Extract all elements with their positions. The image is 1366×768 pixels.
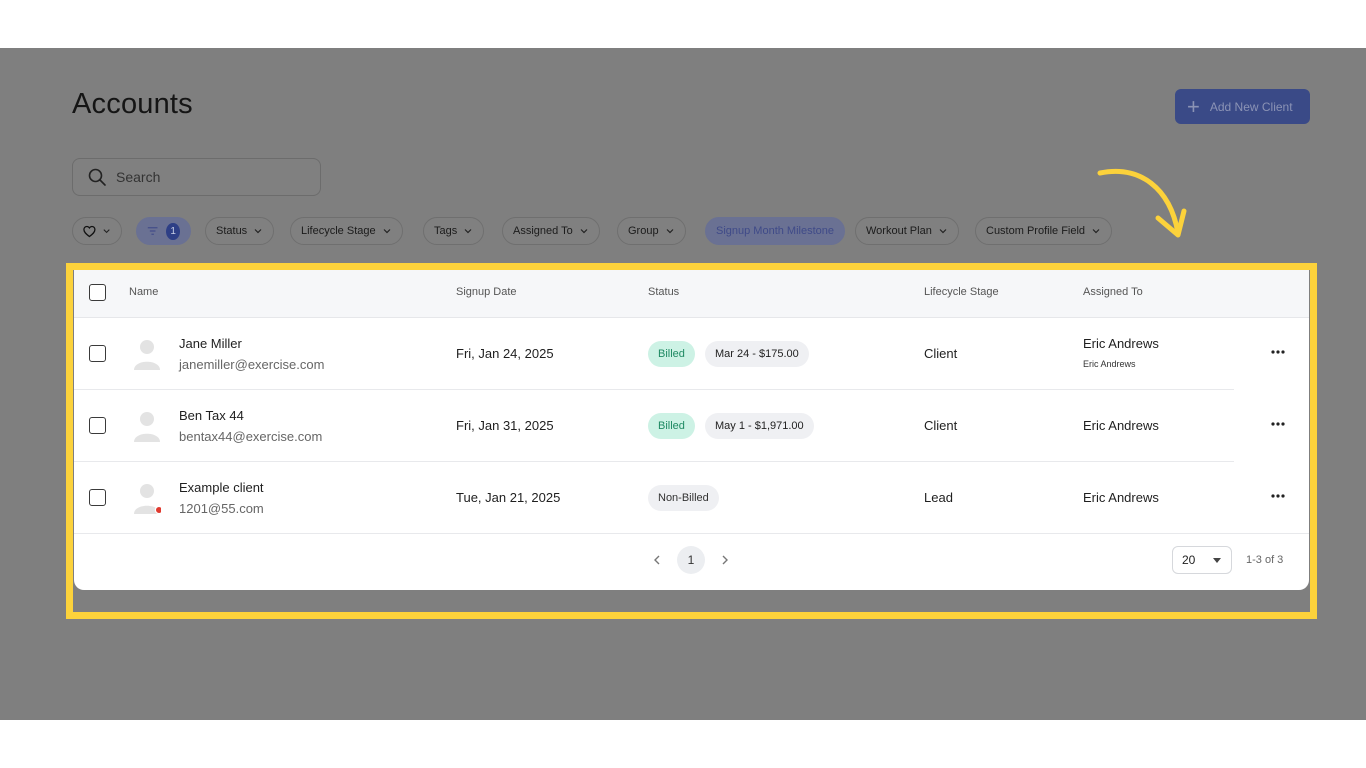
workout-plan-filter[interactable]: Workout Plan bbox=[855, 217, 959, 245]
modal-overlay: Accounts + Add New Client 1 Status Lifec… bbox=[0, 48, 1366, 720]
plus-icon: + bbox=[1187, 93, 1200, 119]
tags-filter[interactable]: Tags bbox=[423, 217, 485, 245]
filter-count-badge: 1 bbox=[166, 222, 180, 240]
group-filter[interactable]: Group bbox=[617, 217, 686, 245]
favorites-filter[interactable] bbox=[72, 217, 122, 245]
page-title: Accounts bbox=[72, 88, 193, 120]
assigned-to-filter-label: Assigned To bbox=[513, 225, 573, 237]
filter-icon bbox=[147, 227, 158, 235]
chevron-down-icon bbox=[254, 229, 262, 234]
chevron-down-icon bbox=[666, 229, 674, 234]
chevron-down-icon bbox=[939, 229, 947, 234]
status-filter-label: Status bbox=[216, 225, 248, 237]
assigned-to-filter[interactable]: Assigned To bbox=[502, 217, 600, 245]
chevron-down-icon bbox=[383, 229, 391, 234]
lifecycle-stage-filter-label: Lifecycle Stage bbox=[301, 225, 376, 237]
heart-icon bbox=[83, 225, 96, 237]
chevron-down-icon bbox=[464, 229, 472, 234]
signup-month-milestone-label: Signup Month Milestone bbox=[716, 225, 835, 237]
signup-month-milestone-filter[interactable]: Signup Month Milestone bbox=[705, 217, 846, 245]
annotation-arrow-icon bbox=[1097, 169, 1187, 238]
chevron-down-icon bbox=[580, 229, 588, 234]
search-icon bbox=[88, 168, 106, 186]
add-new-client-button[interactable]: + Add New Client bbox=[1175, 89, 1310, 124]
chevron-down-icon bbox=[103, 229, 110, 234]
workout-plan-filter-label: Workout Plan bbox=[866, 225, 932, 237]
active-filters-button[interactable]: 1 bbox=[136, 217, 191, 245]
group-filter-label: Group bbox=[628, 225, 659, 237]
highlight-frame bbox=[66, 263, 1317, 619]
add-new-client-label: Add New Client bbox=[1209, 99, 1293, 114]
custom-profile-field-label: Custom Profile Field bbox=[986, 225, 1086, 237]
status-filter[interactable]: Status bbox=[205, 217, 275, 245]
lifecycle-stage-filter[interactable]: Lifecycle Stage bbox=[290, 217, 403, 245]
tags-filter-label: Tags bbox=[434, 225, 458, 237]
search-box[interactable] bbox=[72, 158, 321, 196]
search-input[interactable] bbox=[116, 169, 296, 185]
